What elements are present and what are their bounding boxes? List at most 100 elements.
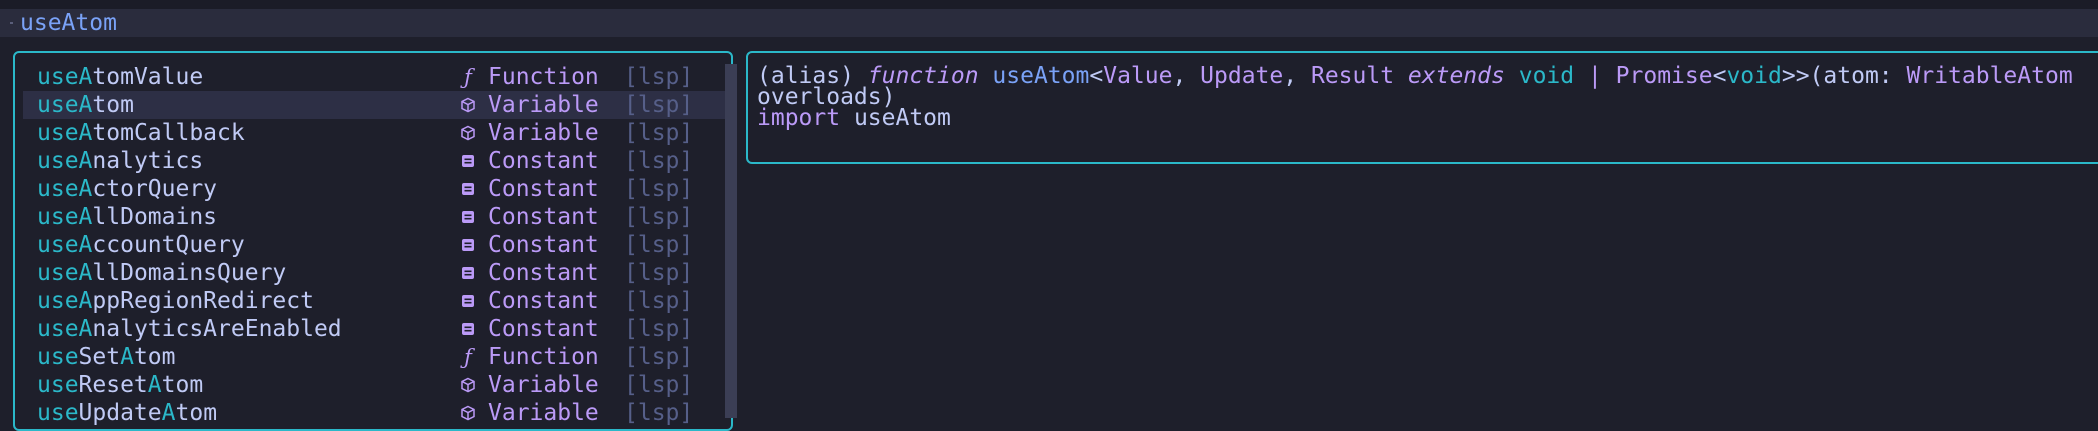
- match-prefix: use: [37, 288, 79, 314]
- completion-item-kind: Constant: [488, 148, 599, 174]
- doc-token: void: [1518, 63, 1575, 89]
- completion-item[interactable]: useResetAtom Variable [lsp]: [15, 371, 730, 399]
- completion-item-kind: Variable: [488, 120, 599, 146]
- completion-item-label: useAppRegionRedirect: [37, 287, 314, 315]
- variable-cube-icon: [455, 91, 481, 119]
- completion-item[interactable]: useSetAtom ƒ Function [lsp]: [15, 343, 730, 371]
- match-prefix: use: [37, 120, 79, 146]
- completion-menu[interactable]: useAtomValue ƒ Function [lsp] useAtom Variabl…: [13, 51, 733, 431]
- label-rest: llDomains: [92, 204, 218, 230]
- completion-item-label: useActorQuery: [37, 175, 217, 203]
- doc-token: <: [1712, 63, 1727, 89]
- completion-item-source: [lsp]: [624, 176, 694, 202]
- completion-item-kind: Function: [488, 344, 599, 370]
- doc-token: Promise: [1615, 63, 1713, 89]
- completion-item-source: [lsp]: [624, 288, 694, 314]
- doc-token: atom: [1823, 63, 1879, 89]
- match-prefix: use: [37, 204, 79, 230]
- label-rest: tom: [92, 92, 134, 118]
- variable-cube-icon: [455, 119, 481, 147]
- completion-item-source: [lsp]: [624, 400, 694, 426]
- doc-token: ,: [1283, 63, 1311, 89]
- completion-item[interactable]: useAnalytics Constant [lsp]: [15, 147, 730, 175]
- label-rest: ctorQuery: [92, 176, 218, 202]
- label-rest: llDomainsQuery: [92, 260, 287, 286]
- completion-list: useAtomValue ƒ Function [lsp] useAtom Variabl…: [15, 63, 730, 427]
- match-char: A: [78, 260, 93, 286]
- label-rest: tomValue: [92, 64, 204, 90]
- completion-item-label: useAnalytics: [37, 147, 203, 175]
- function-icon: ƒ: [464, 345, 472, 369]
- completion-item[interactable]: useAnalyticsAreEnabled Constant [lsp]: [15, 315, 730, 343]
- match-char: A: [120, 344, 134, 370]
- completion-item-label: useAllDomainsQuery: [37, 259, 286, 287]
- doc-token: Value: [1103, 63, 1173, 89]
- constant-icon: [455, 147, 481, 175]
- completion-item[interactable]: useAllDomains Constant [lsp]: [15, 203, 730, 231]
- match-char: A: [78, 232, 93, 258]
- doc-token: [1394, 63, 1408, 89]
- completion-item-kind: Variable: [488, 92, 599, 118]
- doc-token: Update: [1200, 63, 1284, 89]
- variable-cube-icon: [455, 399, 481, 427]
- completion-item-kind: Constant: [488, 204, 599, 230]
- completion-item[interactable]: useAccountQuery Constant [lsp]: [15, 231, 730, 259]
- constant-icon: [455, 315, 481, 343]
- completion-item-kind: Function: [488, 64, 599, 90]
- completion-item-source: [lsp]: [624, 232, 694, 258]
- doc-token: [979, 63, 993, 89]
- doc-token: WritableAtom: [1906, 63, 2073, 89]
- completion-item-source: [lsp]: [624, 344, 694, 370]
- label-middle: Reset: [78, 372, 148, 398]
- completion-item-label: useAtomValue: [37, 63, 203, 91]
- constant-icon: [455, 175, 481, 203]
- match-prefix: use: [37, 344, 79, 370]
- completion-item-source: [lsp]: [624, 120, 694, 146]
- label-rest: ppRegionRedirect: [92, 288, 314, 314]
- match-prefix: use: [37, 400, 79, 426]
- completion-item[interactable]: useUpdateAtom Variable [lsp]: [15, 399, 730, 427]
- completion-item[interactable]: useAtomValue ƒ Function [lsp]: [15, 63, 730, 91]
- completion-item[interactable]: useAtomCallback Variable [lsp]: [15, 119, 730, 147]
- label-middle: Set: [78, 344, 121, 370]
- completion-item-kind: Variable: [488, 372, 599, 398]
- label-middle: Update: [78, 400, 162, 426]
- doc-token: Result: [1310, 63, 1395, 89]
- match-char: A: [78, 288, 93, 314]
- completion-item-kind: Constant: [488, 232, 599, 258]
- doc-token: [1505, 63, 1519, 89]
- doc-token: (: [1809, 63, 1824, 89]
- completion-item-kind: Constant: [488, 316, 599, 342]
- completion-item-label: useUpdateAtom: [37, 399, 217, 427]
- completion-item-label: useAnalyticsAreEnabled: [37, 315, 342, 343]
- doc-token: :: [1878, 63, 1907, 89]
- doc-token: ,: [1172, 63, 1201, 89]
- completion-item-source: [lsp]: [624, 204, 694, 230]
- doc-import-name: useAtom: [840, 105, 951, 131]
- documentation-popup: (alias) function useAtom<Value, Update, …: [746, 51, 2098, 164]
- match-prefix: use: [37, 64, 79, 90]
- match-char: A: [78, 120, 93, 146]
- match-prefix: use: [37, 92, 79, 118]
- match-prefix: use: [37, 372, 79, 398]
- completion-item-label: useResetAtom: [37, 371, 203, 399]
- match-char: A: [78, 92, 93, 118]
- completion-item-source: [lsp]: [624, 372, 694, 398]
- label-rest: nalyticsAreEnabled: [92, 316, 342, 342]
- completion-item-kind: Constant: [488, 260, 599, 286]
- completion-scrollbar[interactable]: [725, 64, 737, 418]
- completion-item-kind: Variable: [488, 400, 599, 426]
- function-icon: ƒ: [464, 65, 472, 89]
- completion-item[interactable]: useAllDomainsQuery Constant [lsp]: [15, 259, 730, 287]
- completion-item[interactable]: useAtom Variable [lsp]: [23, 91, 730, 119]
- doc-import-line: import useAtom: [757, 104, 951, 132]
- completion-item-label: useAccountQuery: [37, 231, 245, 259]
- editor-current-line[interactable]: [0, 9, 2098, 37]
- editor-typed-text[interactable]: useAtom: [20, 9, 117, 37]
- completion-item[interactable]: useActorQuery Constant [lsp]: [15, 175, 730, 203]
- label-rest: tomCallback: [92, 120, 245, 146]
- match-prefix: use: [37, 260, 79, 286]
- completion-item[interactable]: useAppRegionRedirect Constant [lsp]: [15, 287, 730, 315]
- completion-item-kind: Constant: [488, 288, 599, 314]
- label-rest: tom: [161, 372, 204, 398]
